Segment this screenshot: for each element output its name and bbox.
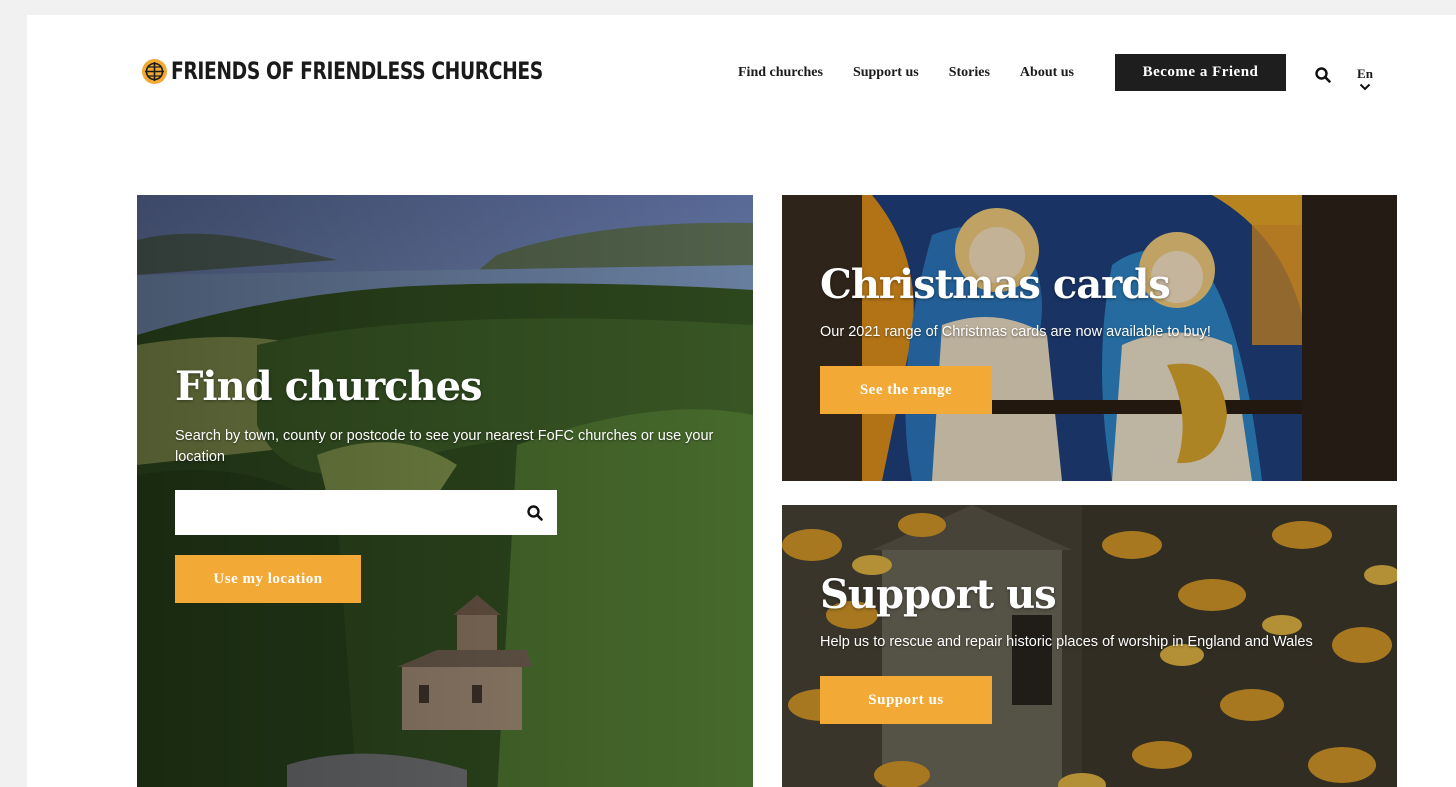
christmas-cards-title: Christmas cards [820,261,1171,308]
find-churches-description: Search by town, county or postcode to se… [175,428,714,465]
page: FRIENDS OF FRIENDLESS CHURCHES Find chur… [27,15,1456,787]
christmas-cards-description: Our 2021 range of Christmas cards are no… [820,324,1211,340]
christmas-cards-card: Christmas cards Our 2021 range of Christ… [782,195,1397,481]
nav-about-us[interactable]: About us [1020,65,1074,81]
support-us-title: Support us [820,571,1057,618]
nav-support-us[interactable]: Support us [853,65,919,81]
become-a-friend-button[interactable]: Become a Friend [1115,54,1286,91]
nav-stories[interactable]: Stories [949,65,990,81]
support-us-card: Support us Help us to rescue and repair … [782,505,1397,787]
use-my-location-button[interactable]: Use my location [175,555,361,603]
search-icon[interactable] [1314,66,1332,84]
language-selector[interactable]: En [1355,66,1375,91]
find-churches-title: Find churches [175,363,483,410]
support-us-button[interactable]: Support us [820,676,992,724]
language-label: En [1357,66,1373,81]
nav-find-churches[interactable]: Find churches [738,65,823,81]
logo-text: FRIENDS OF FRIENDLESS CHURCHES [171,57,543,85]
see-the-range-button[interactable]: See the range [820,366,992,414]
find-churches-card: Find churches Search by town, county or … [137,195,753,787]
main-nav: Find churches Support us Stories About u… [738,65,1074,81]
search-input-icon[interactable] [526,504,544,522]
logo-emblem-icon [142,58,167,84]
support-us-description: Help us to rescue and repair historic pl… [820,634,1313,650]
chevron-down-icon [1359,83,1371,91]
church-search-input[interactable] [175,490,557,535]
site-logo[interactable]: FRIENDS OF FRIENDLESS CHURCHES [142,57,648,85]
